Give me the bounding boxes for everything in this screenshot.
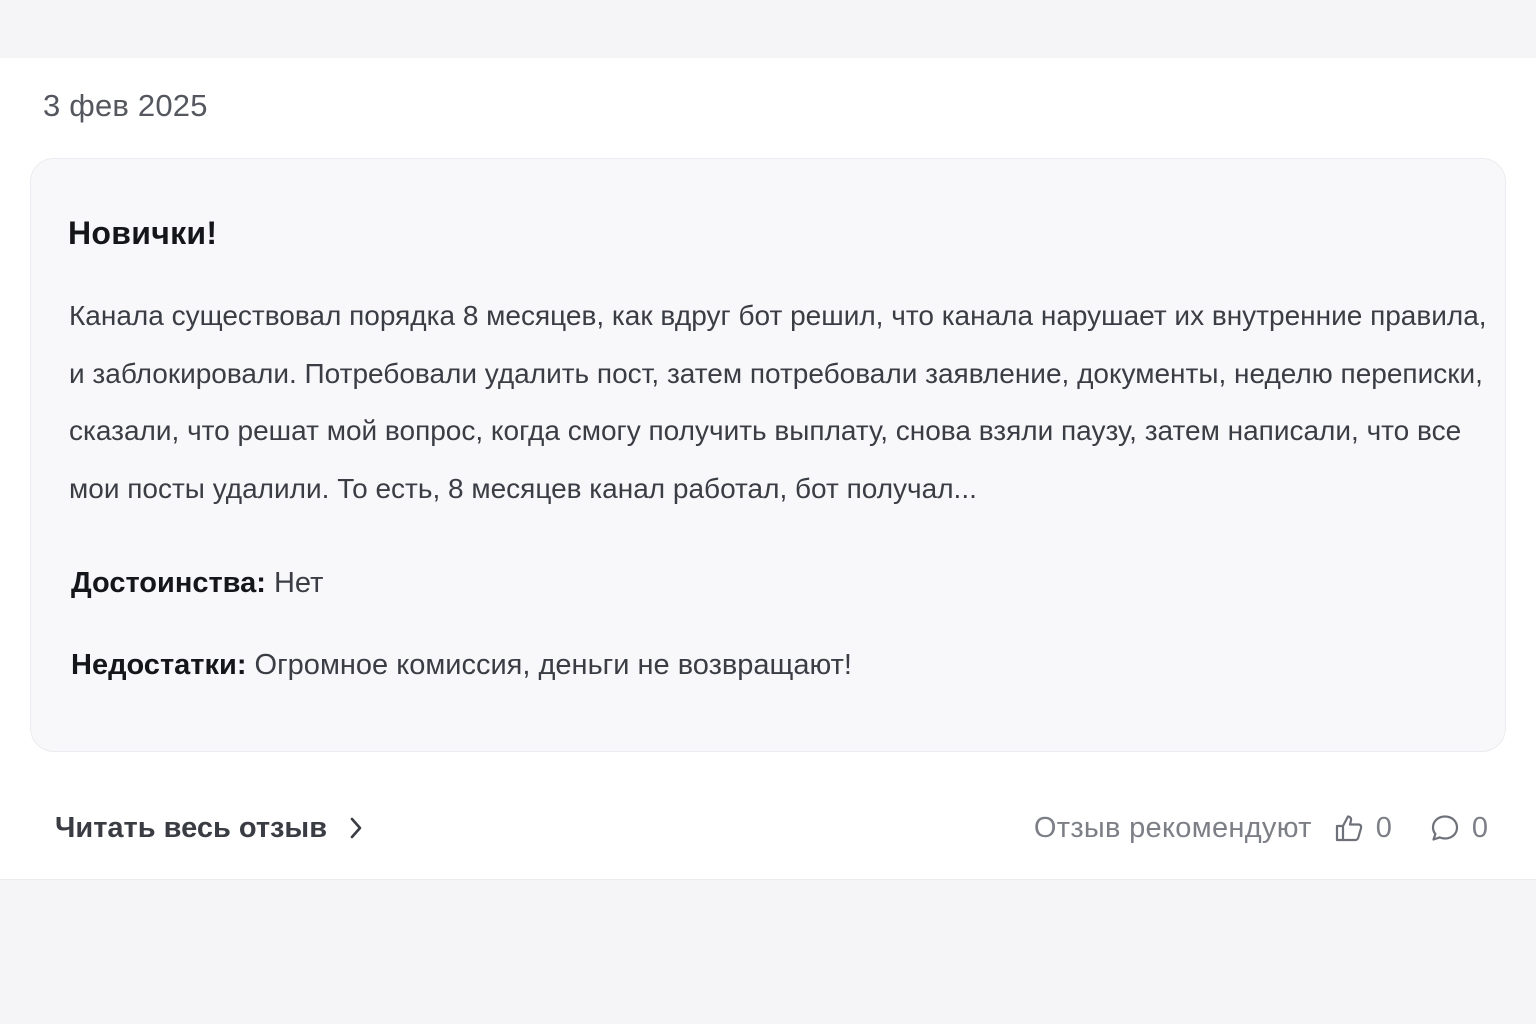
review-footer: Читать весь отзыв Отзыв рекомендуют 0 0 <box>0 806 1536 850</box>
speech-bubble-icon <box>1428 811 1462 845</box>
cons-label: Недостатки: <box>71 649 247 681</box>
likes-count: 0 <box>1375 811 1392 844</box>
chevron-right-icon <box>341 813 371 843</box>
like-button[interactable]: 0 <box>1332 811 1392 845</box>
thumbs-up-icon <box>1332 811 1366 845</box>
pros-label: Достоинства: <box>71 567 266 599</box>
review-cons: Недостатки: Огромное комиссия, деньги не… <box>71 649 852 682</box>
pros-value: Нет <box>273 567 324 599</box>
read-full-review-link[interactable]: Читать весь отзыв <box>55 806 371 850</box>
review-date: 3 фев 2025 <box>43 88 208 123</box>
comments-button[interactable]: 0 <box>1428 811 1488 845</box>
review-pros: Достоинства: Нет <box>71 567 323 600</box>
cons-value: Огромное комиссия, деньги не возвращают! <box>254 649 852 681</box>
review-panel: 3 фев 2025 Новички! Канала существовал п… <box>0 58 1536 880</box>
recommend-label: Отзыв рекомендуют <box>1033 811 1312 844</box>
review-body-text: Канала существовал порядка 8 месяцев, ка… <box>69 300 1487 504</box>
review-card: Новички! Канала существовал порядка 8 ме… <box>30 158 1506 752</box>
recommend-group: Отзыв рекомендуют 0 0 <box>1034 806 1488 850</box>
review-title: Новички! <box>68 215 218 251</box>
comments-count: 0 <box>1471 811 1488 844</box>
read-full-review-label: Читать весь отзыв <box>55 811 328 844</box>
